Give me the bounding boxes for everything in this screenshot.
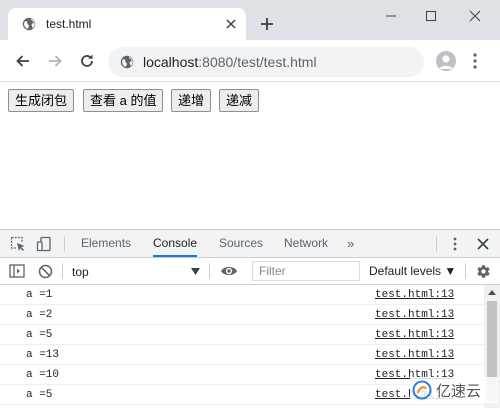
tab-sources[interactable]: Sources [219,230,263,257]
device-toolbar-icon[interactable] [36,236,52,252]
page-viewport: 生成闭包 查看 a 的值 递增 递减 [0,83,500,229]
browser-toolbar: localhost:8080/test/test.html [0,40,500,82]
chevron-down-icon[interactable] [191,268,200,275]
log-message: a =5 [26,329,53,341]
globe-icon [22,17,36,31]
url-text[interactable]: localhost:8080/test/test.html [143,54,317,70]
tab-title: test.html [46,17,92,31]
url-host: localhost [143,54,199,70]
toolbar-divider [436,236,437,252]
log-message: a =13 [26,349,60,361]
increment-button[interactable]: 递增 [171,89,212,112]
brand-logo-icon [412,380,432,400]
live-expression-eye-icon[interactable] [220,264,238,278]
log-message: a =1 [26,289,53,301]
devtools-tab-bar: Elements Console Sources Network » [0,230,500,258]
console-log-row: a =1 test.html:13 [0,285,484,305]
reload-icon[interactable] [78,52,96,70]
new-tab-icon[interactable] [260,17,274,31]
browser-tab[interactable]: test.html [8,8,246,40]
tab-elements[interactable]: Elements [81,230,131,257]
scroll-up-arrow-icon[interactable] [488,290,496,295]
log-message: a =5 [26,389,53,401]
devtools-menu-icon[interactable] [452,236,458,252]
tab-console[interactable]: Console [153,230,198,257]
title-bar: test.html [0,0,500,40]
close-devtools-icon[interactable] [476,237,490,251]
console-log-row: a =13 test.html:13 [0,345,484,365]
decrement-button[interactable]: 递减 [219,89,260,112]
show-sidebar-icon[interactable] [9,264,25,278]
clear-console-icon[interactable] [38,264,53,279]
site-info-globe-icon[interactable] [120,55,134,69]
log-source-link[interactable]: test.html:13 [375,329,454,341]
minimize-icon[interactable] [380,6,402,26]
toolbar-divider [62,263,63,279]
watermark: 亿速云 [410,377,498,403]
console-toolbar: top Default levels ▼ [0,258,500,285]
log-source-link[interactable]: test.html:13 [375,349,454,361]
log-source-link[interactable]: test.html:13 [375,309,454,321]
console-log-row: a =5 test.html:13 [0,325,484,345]
person-icon [439,55,453,69]
console-filter-input[interactable] [252,261,360,281]
inspect-element-icon[interactable] [10,236,26,252]
window-close-icon[interactable] [464,6,486,26]
watermark-text: 亿速云 [436,383,482,400]
toolbar-divider [209,263,210,279]
profile-avatar[interactable] [436,51,456,71]
gear-icon[interactable] [476,264,491,279]
toolbar-divider [465,263,466,279]
log-source-link[interactable]: test.html:13 [375,289,454,301]
browser-menu-icon[interactable] [472,52,478,70]
more-tabs-button[interactable]: » [347,230,354,257]
maximize-icon[interactable] [420,6,442,26]
url-path: :8080/test/test.html [198,54,317,70]
create-closure-button[interactable]: 生成闭包 [8,89,75,112]
console-log-row: a =2 test.html:13 [0,305,484,325]
tab-network[interactable]: Network [284,230,328,257]
address-bar[interactable]: localhost:8080/test/test.html [108,47,424,77]
log-levels-dropdown[interactable]: Default levels ▼ [369,264,456,278]
view-a-value-button[interactable]: 查看 a 的值 [83,89,164,112]
forward-arrow-icon[interactable] [46,52,64,70]
close-tab-icon[interactable] [224,17,238,31]
back-arrow-icon[interactable] [14,52,32,70]
log-message: a =10 [26,369,60,381]
log-message: a =2 [26,309,53,321]
toolbar-divider [64,236,65,252]
context-selector[interactable]: top [72,265,89,279]
